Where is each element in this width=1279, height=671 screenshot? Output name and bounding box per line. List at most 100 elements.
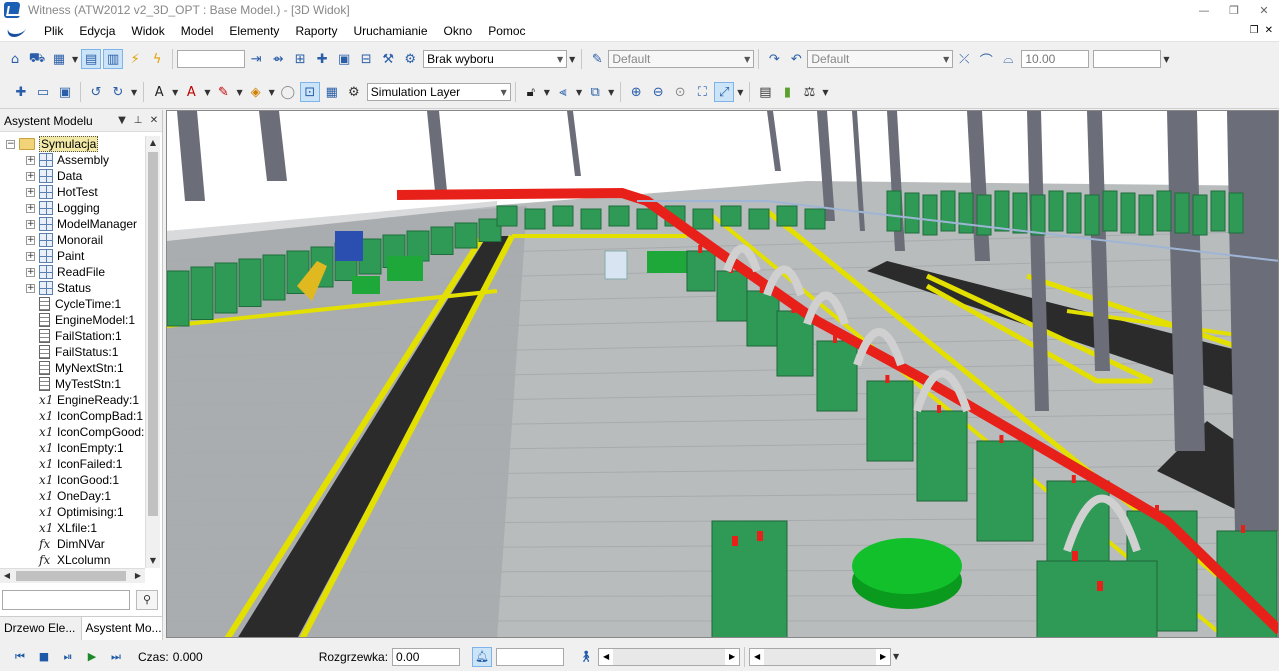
chevron-down-icon[interactable]: ▼ (236, 88, 242, 97)
save-icon[interactable]: ▣ (55, 82, 75, 102)
grid-select-icon[interactable]: ▦ (49, 49, 69, 69)
redo-icon[interactable]: ↻ (108, 82, 128, 102)
settings-gear-icon[interactable]: ⚙ (344, 82, 364, 102)
path-style-combo[interactable]: Default ▼ (807, 50, 954, 68)
go-to-icon[interactable]: ⇥ (246, 49, 266, 69)
speed-slider[interactable]: ◀ ▶ (598, 647, 741, 666)
element-tree-icon[interactable]: ⊞ (290, 49, 310, 69)
tree-item[interactable]: x1 OneDay:1 (0, 488, 145, 504)
chevron-down-icon[interactable]: ▼ (544, 88, 550, 97)
scroll-right-icon[interactable]: ▶ (131, 569, 145, 583)
chevron-down-icon[interactable]: ▼ (204, 88, 210, 97)
tree-item[interactable]: + Logging (0, 200, 145, 216)
tree-item[interactable]: x1 IconCompBad:1 (0, 408, 145, 424)
tree-item[interactable]: fx XLcolumn (0, 552, 145, 568)
chevron-down-icon[interactable]: ▼ (1163, 55, 1169, 64)
tree-item[interactable]: + Monorail (0, 232, 145, 248)
slider-right-icon[interactable]: ▶ (725, 648, 740, 665)
zoom-out-icon[interactable]: ⊖ (648, 82, 668, 102)
chevron-down-icon[interactable]: ▼ (737, 88, 743, 97)
tree-item[interactable]: x1 EngineReady:1 (0, 392, 145, 408)
value-input[interactable] (1093, 50, 1162, 68)
panel-menu-icon[interactable]: ▼ (114, 115, 130, 126)
new-icon[interactable]: ✚ (11, 82, 31, 102)
menu-uruchamianie[interactable]: Uruchamianie (345, 24, 435, 38)
chevron-down-icon[interactable]: ▼ (608, 88, 614, 97)
element-tree[interactable]: − Symulacja + Assembly + Data + HotTest + Logging… (0, 136, 145, 568)
menu-widok[interactable]: Widok (123, 24, 172, 38)
hammer-icon[interactable]: ⚒ (378, 49, 398, 69)
element-name-input[interactable] (177, 50, 246, 68)
expand-icon[interactable]: + (26, 203, 35, 213)
expand-icon[interactable]: + (26, 283, 35, 293)
expand-icon[interactable]: + (26, 155, 35, 165)
minimize-button[interactable]: — (1189, 4, 1219, 17)
expand-icon[interactable]: + (26, 171, 35, 181)
warmup-input[interactable]: 0.00 (392, 647, 461, 666)
collapse-icon[interactable]: − (6, 139, 15, 149)
tree-item[interactable]: x1 IconGood:1 (0, 472, 145, 488)
tree-item[interactable]: + Status (0, 280, 145, 296)
mdi-close-button[interactable]: ✕ (1265, 25, 1273, 36)
fast-forward-icon[interactable]: ⏭ (106, 647, 126, 667)
open-folder-icon[interactable]: ▭ (33, 82, 53, 102)
menu-plik[interactable]: Plik (36, 24, 71, 38)
chart-icon[interactable]: ▮ (777, 82, 797, 102)
stop-icon[interactable]: ■ (34, 647, 54, 667)
tree-item[interactable]: FailStation:1 (0, 328, 145, 344)
font-color-icon[interactable]: A (181, 82, 201, 102)
zoom-window-icon[interactable]: ⊙ (670, 82, 690, 102)
menu-okno[interactable]: Okno (436, 24, 481, 38)
tree-item[interactable]: + Paint (0, 248, 145, 264)
table-icon[interactable]: ▣ (334, 49, 354, 69)
tree-item[interactable]: x1 XLfile:1 (0, 520, 145, 536)
line-color-icon[interactable]: ✎ (213, 82, 233, 102)
vehicle-icon[interactable]: ⛟ (27, 49, 47, 69)
tree-item[interactable]: EngineModel:1 (0, 312, 145, 328)
close-button[interactable]: ✕ (1249, 4, 1279, 17)
chevron-down-icon[interactable]: ▼ (269, 88, 275, 97)
scroll-up-icon[interactable]: ▲ (146, 136, 160, 150)
path-add-icon[interactable]: ↷ (764, 49, 784, 69)
tree-item[interactable]: MyTestStn:1 (0, 376, 145, 392)
grid-icon[interactable]: ▦ (322, 82, 342, 102)
balance-icon[interactable]: ⚖ (799, 82, 819, 102)
chevron-down-icon[interactable]: ▼ (172, 88, 178, 97)
tree-item[interactable]: x1 IconCompGood:1 (0, 424, 145, 440)
chevron-down-icon[interactable]: ▼ (131, 88, 137, 97)
font-icon[interactable]: A (149, 82, 169, 102)
tree-vertical-scrollbar[interactable]: ▲ ▼ (145, 136, 160, 568)
slider-right-icon[interactable]: ▶ (876, 648, 891, 665)
scroll-thumb[interactable] (16, 571, 126, 581)
zoom-extents-icon[interactable]: ⛶ (692, 82, 712, 102)
path-edit-icon[interactable]: ↶ (786, 49, 806, 69)
undo-icon[interactable]: ↺ (86, 82, 106, 102)
tab-model-assistant[interactable]: Asystent Mo... (81, 617, 163, 640)
curve-alt-icon[interactable]: ⌓ (998, 49, 1018, 69)
mdi-restore-button[interactable]: ❐ (1250, 25, 1259, 36)
layer-combo[interactable]: Simulation Layer ▼ (366, 83, 511, 101)
step-slider[interactable]: ◀ ▶ (749, 647, 892, 666)
tab-element-tree[interactable]: Drzewo Ele... (0, 617, 82, 640)
menu-model[interactable]: Model (173, 24, 222, 38)
menu-raporty[interactable]: Raporty (287, 24, 345, 38)
expand-icon[interactable]: + (26, 187, 35, 197)
tree-item[interactable]: x1 IconFailed:1 (0, 456, 145, 472)
restore-button[interactable]: ❐ (1219, 4, 1249, 17)
lightning-alt-icon[interactable]: ϟ (147, 49, 167, 69)
group-icon[interactable]: ⧉ (585, 82, 605, 102)
tree-item[interactable]: + ModelManager (0, 216, 145, 232)
align-icon[interactable]: ⫷ (553, 82, 573, 102)
add-element-icon[interactable]: ✚ (312, 49, 332, 69)
expand-icon[interactable]: + (26, 251, 35, 261)
chevron-down-icon[interactable]: ▼ (822, 88, 828, 97)
curve-icon[interactable]: ⌒ (976, 49, 996, 69)
pin-icon[interactable]: ⊥ (130, 115, 146, 126)
panel-close-icon[interactable]: ✕ (146, 115, 162, 126)
bell-icon[interactable]: 🔔︎ (472, 646, 493, 667)
run-until-input[interactable] (496, 647, 565, 666)
expand-icon[interactable]: + (26, 235, 35, 245)
rewind-icon[interactable]: ⏮ (10, 647, 30, 667)
scroll-left-icon[interactable]: ◀ (0, 569, 14, 583)
scroll-down-icon[interactable]: ▼ (146, 554, 160, 568)
